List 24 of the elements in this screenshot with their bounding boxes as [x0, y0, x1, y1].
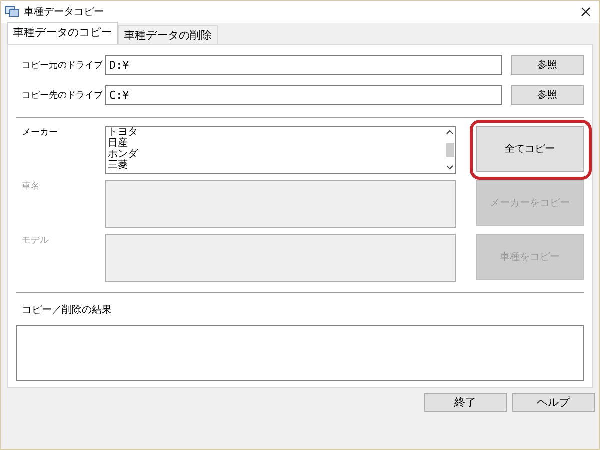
field-label: コピー元のドライブ	[22, 60, 104, 72]
list-label: モデル	[22, 235, 50, 247]
list-box[interactable]: トヨタ 日産 ホンダ 三菱	[105, 126, 456, 174]
list-item[interactable]: 三菱	[108, 160, 444, 171]
tab[interactable]: 車種データの削除	[118, 25, 218, 44]
footer-button[interactable]: ヘルプ	[512, 393, 595, 412]
list-label: メーカー	[22, 127, 59, 139]
close-icon[interactable]	[581, 7, 591, 17]
browse-button[interactable]: 参照	[510, 55, 584, 75]
field-label: コピー先のドライブ	[22, 90, 104, 102]
result-label: コピー／削除の結果	[22, 304, 113, 317]
copy-button[interactable]: 全てコピー	[476, 126, 584, 172]
list-item[interactable]: ホンダ	[108, 149, 444, 160]
list-item[interactable]: トヨタ	[108, 127, 444, 138]
tab[interactable]: 車種データのコピー	[7, 22, 118, 44]
app-icon	[5, 6, 19, 18]
browse-button[interactable]: 参照	[510, 85, 584, 105]
input-field[interactable]: C:¥	[105, 85, 502, 105]
window-title: 車種データコピー	[24, 6, 105, 19]
list-label: 車名	[22, 180, 41, 193]
result-box[interactable]	[16, 325, 584, 381]
list-item[interactable]: 日産	[108, 138, 444, 149]
footer-button[interactable]: 終了	[424, 393, 507, 412]
input-field[interactable]: D:¥	[105, 55, 502, 75]
